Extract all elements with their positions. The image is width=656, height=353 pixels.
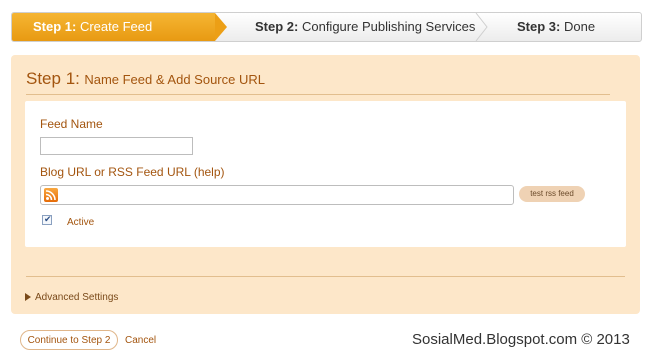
- feed-name-input[interactable]: [40, 137, 193, 155]
- step-3-label: Done: [563, 19, 596, 34]
- wizard-stepper: Step 1: Create Feed Step 2: Configure Pu…: [11, 12, 642, 42]
- step-2-label: Configure Publishing Services: [301, 19, 476, 34]
- continue-to-step-2-button[interactable]: Continue to Step 2: [20, 330, 118, 350]
- watermark-text: SosialMed.Blogspot.com © 2013: [412, 331, 630, 348]
- feed-name-label: Feed Name: [40, 117, 103, 131]
- url-label: Blog URL or RSS Feed URL (help): [40, 165, 225, 179]
- title-divider: [26, 94, 610, 95]
- step-2-prefix: Step 2:: [255, 19, 299, 34]
- disclosure-triangle-icon: [25, 293, 31, 301]
- cancel-link[interactable]: Cancel: [125, 335, 156, 346]
- panel-title-text: Name Feed & Add Source URL: [84, 72, 265, 87]
- panel-title-step: Step 1:: [26, 69, 80, 88]
- feed-url-input[interactable]: [40, 185, 514, 205]
- step-1-label: Create Feed: [79, 19, 153, 34]
- advanced-settings-toggle[interactable]: Advanced Settings: [25, 292, 118, 303]
- feed-form-box: Feed Name Blog URL or RSS Feed URL (help…: [25, 101, 626, 247]
- test-rss-feed-button[interactable]: test rss feed: [519, 186, 585, 202]
- active-label: Active: [67, 217, 95, 228]
- active-step-arrow: [215, 13, 227, 41]
- step-2-configure-publishing[interactable]: Step 2: Configure Publishing Services: [255, 13, 475, 41]
- step-3-prefix: Step 3:: [517, 19, 561, 34]
- panel-title: Step 1: Name Feed & Add Source URL: [26, 69, 265, 89]
- advanced-settings-label: Advanced Settings: [35, 292, 119, 303]
- active-checkbox[interactable]: ✔: [42, 214, 52, 225]
- step-1-prefix: Step 1:: [33, 19, 77, 34]
- create-feed-panel: Step 1: Name Feed & Add Source URL Feed …: [11, 55, 640, 314]
- checkmark-icon: ✔: [44, 214, 52, 224]
- step-3-done[interactable]: Step 3: Done: [517, 13, 595, 41]
- step-separator-arrow: [475, 13, 488, 41]
- advanced-divider: [26, 276, 625, 277]
- step-1-create-feed[interactable]: Step 1: Create Feed: [12, 13, 215, 41]
- rss-icon: [44, 188, 58, 202]
